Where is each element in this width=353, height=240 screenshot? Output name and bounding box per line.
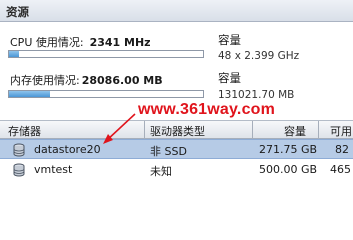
memory-capacity-value: 131021.70 MB — [218, 89, 295, 101]
table-row[interactable]: vmtest 未知 500.00 GB 465 — [0, 160, 353, 180]
datastore-name: datastore20 — [34, 143, 101, 156]
drive-type: 未知 — [150, 165, 172, 178]
panel-title: 资源 — [6, 5, 29, 19]
datastore-capacity: 271.75 GB — [259, 143, 318, 156]
cpu-usage-label: CPU 使用情况: — [10, 36, 84, 49]
resources-panel-header: 资源 — [0, 0, 353, 22]
datastore-free: 82 — [335, 143, 349, 156]
database-icon — [13, 143, 25, 157]
cpu-capacity-label: 容量 — [218, 33, 241, 47]
column-divider[interactable] — [252, 121, 253, 139]
datastore-name: vmtest — [34, 163, 73, 176]
column-header-datastore[interactable]: 存储器 — [8, 123, 41, 139]
column-header-drive-type[interactable]: 驱动器类型 — [150, 123, 205, 139]
memory-capacity-label: 容量 — [218, 71, 241, 85]
datastore-free: 465 — [330, 163, 351, 176]
cpu-usage-bar-fill — [9, 51, 19, 57]
memory-usage-bar — [8, 90, 204, 98]
database-icon — [13, 163, 25, 177]
cpu-usage-bar — [8, 50, 204, 58]
column-header-capacity[interactable]: 容量 — [284, 123, 306, 139]
column-divider[interactable] — [318, 121, 319, 139]
datastore-capacity: 500.00 GB — [259, 163, 318, 176]
cpu-usage-value: 2341 MHz — [89, 36, 151, 49]
drive-type: 非 SSD — [150, 145, 187, 158]
memory-usage-bar-fill — [9, 91, 50, 97]
memory-usage-label: 内存使用情况: — [10, 74, 80, 87]
cpu-capacity-value: 48 x 2.399 GHz — [218, 50, 300, 62]
watermark-text: www.361way.com — [138, 101, 276, 118]
table-header: 存储器 驱动器类型 容量 可用 — [0, 121, 353, 139]
column-divider[interactable] — [144, 121, 145, 139]
memory-usage-value: 28086.00 MB — [81, 74, 163, 87]
datastore-table: 存储器 驱动器类型 容量 可用 datastore20 非 SSD 271.75… — [0, 120, 353, 206]
cpu-usage-label-group: CPU 使用情况: 2341 MHz — [10, 34, 151, 50]
memory-usage-label-group: 内存使用情况: 28086.00 MB — [10, 72, 163, 88]
column-header-free[interactable]: 可用 — [330, 123, 352, 139]
table-row[interactable]: datastore20 非 SSD 271.75 GB 82 — [0, 139, 353, 159]
